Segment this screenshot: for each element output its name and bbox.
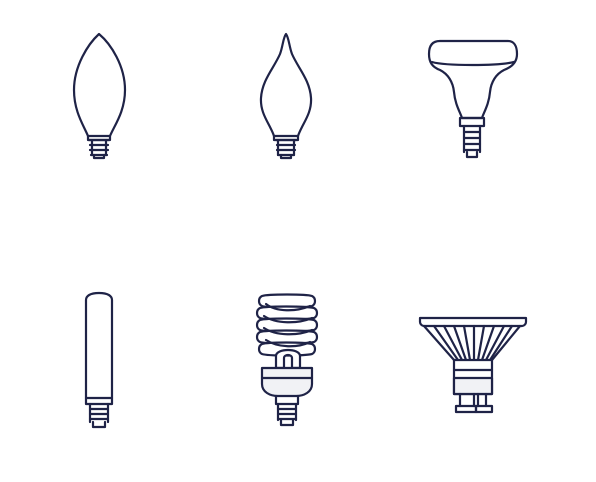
spiral-cfl-bulb-icon xyxy=(255,293,319,427)
candle-bulb-icon xyxy=(72,32,127,160)
reflector-bulb-icon xyxy=(427,39,519,159)
bulb-icon-grid xyxy=(0,0,596,482)
flame-tip-bulb-icon xyxy=(259,32,313,160)
gu10-spot-bulb-icon xyxy=(418,316,528,414)
tubular-bulb-icon xyxy=(84,291,114,429)
bulb-icons-svg xyxy=(72,32,528,429)
